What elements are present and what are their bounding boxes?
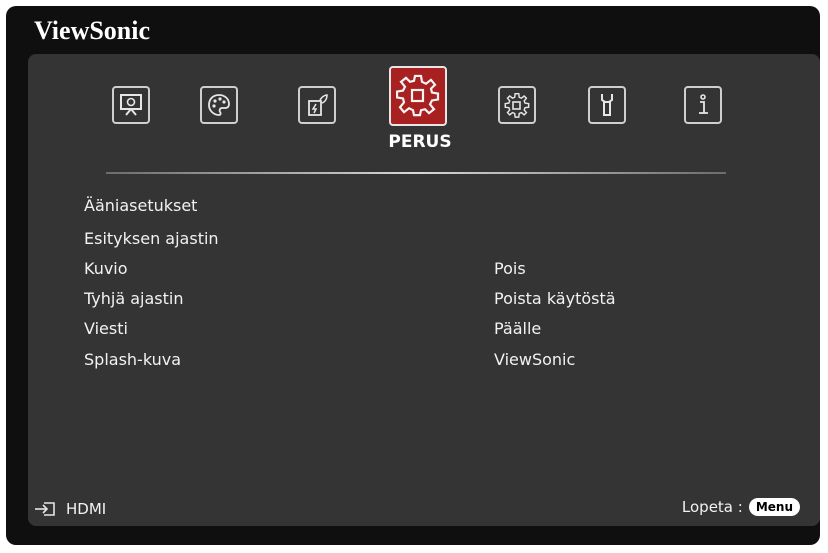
color-palette-icon: [208, 94, 230, 116]
menu-item-message[interactable]: Viesti: [84, 319, 128, 338]
menu-item-presentation-timer[interactable]: Esityksen ajastin: [84, 229, 219, 248]
tab-display[interactable]: [112, 86, 150, 124]
menu-value-pattern: Pois: [494, 259, 526, 278]
input-source-label: HDMI: [66, 500, 107, 518]
tab-basic-label: PERUS: [388, 132, 452, 152]
gear-icon: [396, 74, 440, 117]
brand-logo: ViewSonic: [34, 16, 151, 45]
menu-value-message: Päälle: [494, 319, 542, 338]
display-icon: [120, 94, 142, 116]
advanced-settings-icon: [504, 92, 530, 118]
menu-divider: [106, 172, 726, 174]
menu-value-splash-screen: ViewSonic: [494, 350, 576, 369]
menu-value-blank-timer: Poista käytöstä: [494, 289, 616, 308]
exit-hint: Lopeta : Menu: [682, 498, 800, 516]
input-source-icon: [35, 502, 55, 516]
info-icon: [699, 94, 708, 114]
tab-color[interactable]: [200, 86, 238, 124]
exit-label: Lopeta :: [681, 498, 743, 516]
tab-advanced[interactable]: [498, 86, 536, 124]
tab-system[interactable]: [588, 86, 626, 124]
tab-energy[interactable]: [298, 86, 336, 124]
wrench-icon: [601, 94, 613, 116]
menu-item-pattern[interactable]: Kuvio: [84, 259, 128, 278]
input-source: HDMI: [34, 500, 106, 518]
menu-item-blank-timer[interactable]: Tyhjä ajastin: [84, 289, 183, 308]
menu-button[interactable]: Menu: [748, 498, 800, 516]
menu-item-audio-settings[interactable]: Ääniasetukset: [84, 196, 197, 215]
energy-saving-icon: [308, 94, 328, 116]
menu-item-splash-screen[interactable]: Splash-kuva: [84, 350, 181, 369]
tab-basic[interactable]: [389, 66, 447, 126]
tab-info[interactable]: [684, 86, 722, 124]
